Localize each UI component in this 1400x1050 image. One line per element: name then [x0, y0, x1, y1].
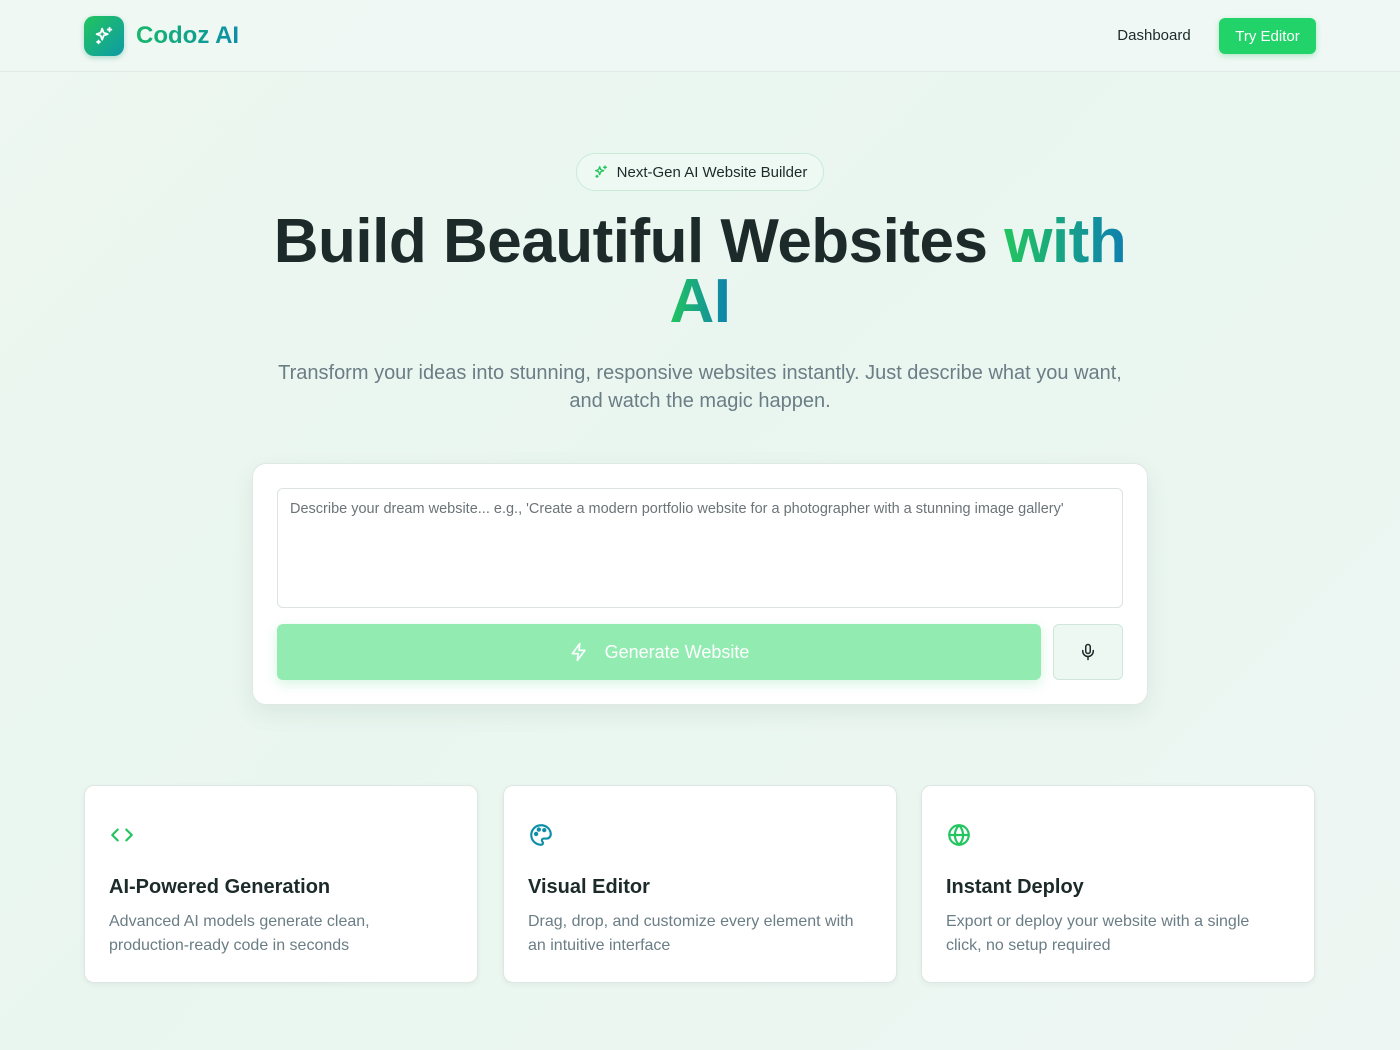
hero-badge: Next-Gen AI Website Builder	[576, 153, 824, 191]
feature-title: Instant Deploy	[946, 876, 1084, 898]
dashboard-link[interactable]: Dashboard	[1104, 24, 1204, 48]
voice-input-button[interactable]	[1053, 624, 1123, 680]
headline-accent-ai: AI	[669, 267, 732, 336]
feature-description: Drag, drop, and customize every element …	[528, 913, 854, 954]
top-navigation-bar: Codoz AI Dashboard Try Editor	[0, 0, 1400, 72]
brand[interactable]: Codoz AI	[84, 16, 239, 56]
feature-title: AI-Powered Generation	[109, 876, 331, 898]
hero-subtitle: Transform your ideas into stunning, resp…	[278, 362, 1122, 412]
generate-website-label: Generate Website	[604, 641, 750, 662]
feature-card-instant-deploy: Instant Deploy Export or deploy your web…	[921, 785, 1315, 983]
feature-card-visual-editor: Visual Editor Drag, drop, and customize …	[503, 785, 897, 983]
sparkles-icon	[84, 16, 124, 56]
badge-text: Next-Gen AI Website Builder	[616, 163, 808, 181]
palette-icon	[528, 822, 554, 848]
generate-website-button[interactable]: Generate Website	[277, 624, 1041, 680]
page-title: Build Beautiful Websites with AI	[200, 211, 1200, 333]
microphone-icon	[1079, 643, 1097, 661]
feature-title: Visual Editor	[528, 876, 650, 898]
feature-card-ai-generation: AI-Powered Generation Advanced AI models…	[84, 785, 478, 983]
feature-description: Advanced AI models generate clean, produ…	[109, 913, 370, 954]
feature-description: Export or deploy your website with a sin…	[946, 913, 1250, 954]
lightning-icon	[569, 642, 589, 662]
try-editor-button[interactable]: Try Editor	[1219, 18, 1316, 54]
headline-accent-with: with	[1004, 207, 1127, 276]
code-icon	[109, 822, 135, 848]
prompt-card: Describe your dream website... e.g., 'Cr…	[252, 463, 1148, 705]
website-description-input[interactable]: Describe your dream website... e.g., 'Cr…	[277, 488, 1123, 608]
globe-icon	[946, 822, 972, 848]
sparkles-icon	[593, 164, 609, 180]
brand-name: Codoz AI	[136, 22, 240, 49]
headline-main: Build Beautiful Websites	[273, 207, 1005, 276]
